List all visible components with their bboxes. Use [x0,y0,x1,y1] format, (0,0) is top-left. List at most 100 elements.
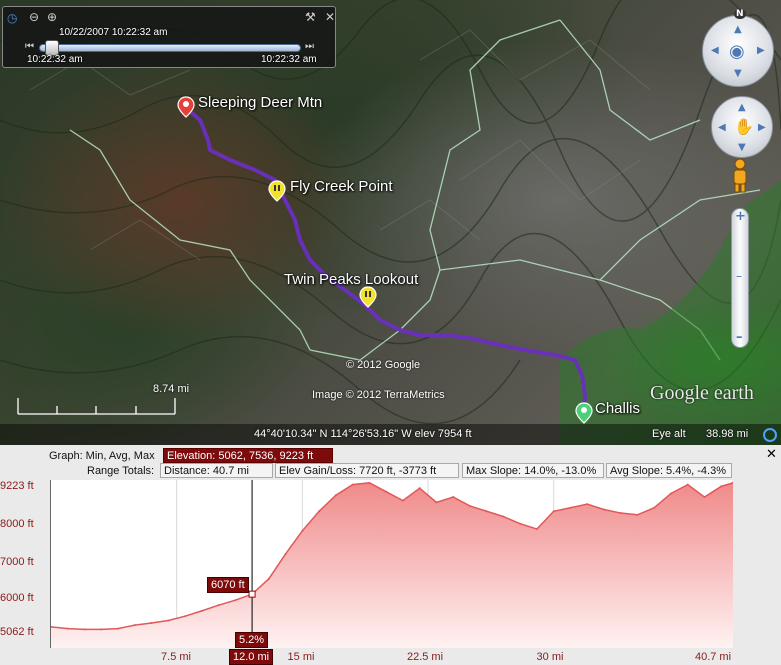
end-time: 10:22:32 am [261,54,317,65]
max-slope-summary[interactable]: Max Slope: 14.0%, -13.0% [462,463,604,478]
elevation-point [133,624,136,627]
north-indicator[interactable]: N [734,9,746,19]
x-tick-label: 15 mi [287,651,315,663]
google-earth-logo: Google earth [650,382,754,404]
look-down-arrow-icon[interactable]: ▼ [734,68,742,79]
eye-alt-value: 38.98 mi [706,428,749,440]
elevation-summary[interactable]: Elevation: 5062, 7536, 9223 ft [163,448,333,463]
placemark-label-twin-peaks[interactable]: Twin Peaks Lookout [284,271,418,288]
graph-summary-label: Graph: Min, Avg, Max [49,450,155,462]
elevation-point [200,609,203,612]
close-icon[interactable]: ✕ [325,10,335,24]
elevation-point [83,628,86,631]
clock-icon[interactable]: ◷ [7,11,17,25]
cursor-marker[interactable] [248,590,256,598]
elevation-point [485,510,488,513]
look-right-arrow-icon[interactable]: ▶ [757,45,765,56]
zoom-out-icon[interactable]: ⊖ [29,10,39,24]
copyright-terrametrics: Image © 2012 TerraMetrics [312,389,445,401]
street-view-pegman-icon[interactable] [729,158,751,194]
elevation-point [468,504,471,507]
zoom-in-icon[interactable]: ⊕ [47,10,57,24]
elevation-point [301,529,304,532]
elevation-point [418,487,421,490]
elevation-point [150,621,153,624]
y-tick-label: 5062 ft [0,626,34,638]
placemark-pin-icon[interactable] [359,286,377,308]
cursor-distance-tag: 12.0 mi [229,649,274,665]
elevation-point [619,512,622,515]
close-profile-icon[interactable]: ✕ [766,447,777,462]
placemark-pin-icon[interactable] [575,402,593,424]
zoom-out-minus-icon[interactable]: – [736,330,743,345]
wrench-icon[interactable]: ⚒ [305,10,316,24]
elevation-point [636,513,639,516]
placemark-label-sleeping-deer[interactable]: Sleeping Deer Mtn [198,94,322,111]
elevation-point [720,485,723,488]
move-down-arrow-icon[interactable]: ▼ [738,142,746,153]
range-totals-label: Range Totals: [87,465,155,477]
move-up-arrow-icon[interactable]: ▲ [738,102,746,113]
coordinates-readout: 44°40'10.34" N 114°26'53.16" W elev 7954… [254,428,472,440]
look-control[interactable]: N ▲ ▼ ◀ ▶ ◉ [702,9,774,87]
distance-summary[interactable]: Distance: 40.7 mi [160,463,273,478]
hand-icon[interactable]: ✋ [734,117,754,136]
elevation-chart[interactable] [50,480,734,648]
eye-icon[interactable]: ◉ [729,41,745,62]
placemark-pin-icon[interactable] [177,96,195,118]
y-tick-label: 8000 ft [0,518,34,530]
eye-alt-label: Eye alt [652,428,686,440]
elevation-point [686,483,689,486]
elevation-point [66,627,69,630]
time-slider-track[interactable] [39,44,301,52]
elevation-point [385,490,388,493]
elevation-point [670,492,672,495]
look-left-arrow-icon[interactable]: ◀ [711,45,719,56]
move-left-arrow-icon[interactable]: ◀ [718,122,726,133]
x-tick-label: 7.5 mi [161,651,191,663]
elevation-point [535,528,538,531]
elevation-point [435,501,438,504]
elevation-point [184,615,187,618]
elevation-point [234,599,237,602]
elevation-chart-svg[interactable] [50,480,734,648]
y-tick-label: 6000 ft [0,592,34,604]
elevation-point [334,494,337,497]
look-up-arrow-icon[interactable]: ▲ [734,24,742,35]
scale-bar [17,398,176,415]
move-right-arrow-icon[interactable]: ▶ [758,122,766,133]
elevation-point [552,510,555,513]
elevation-point [167,619,170,622]
elev-gain-loss-summary[interactable]: Elev Gain/Loss: 7720 ft, -3773 ft [275,463,459,478]
cursor-elevation-tag: 6070 ft [207,577,249,593]
zoom-level-marker[interactable]: – [736,269,742,283]
zoom-in-plus-icon[interactable]: + [735,209,746,224]
elevation-point [284,552,287,555]
move-control[interactable]: ▲ ▼ ◀ ▶ ✋ [711,96,773,158]
y-tick-label: 7000 ft [0,556,34,568]
x-tick-label: 30 mi [536,651,564,663]
scale-label: 8.74 mi [153,383,190,395]
placemark-label-fly-creek[interactable]: Fly Creek Point [290,178,393,195]
elevation-point [602,508,605,511]
elevation-point [217,604,220,607]
elevation-point [452,496,455,499]
step-back-icon[interactable]: ⏮ [25,41,34,52]
elevation-point [401,499,404,502]
time-slider-panel[interactable]: ◷ ⊖ ⊕ ⚒ ✕ 10/22/2007 10:22:32 am ⏮ ⏭ 10:… [2,6,336,68]
start-time: 10:22:32 am [27,54,83,65]
elevation-point [100,628,103,631]
elevation-point [351,483,354,486]
y-tick-label: 9223 ft [0,480,34,492]
placemark-label-challis[interactable]: Challis [595,400,640,417]
map-view[interactable]: Sleeping Deer Mtn Fly Creek Point Twin P… [0,0,781,445]
streaming-status-icon [763,428,777,442]
avg-slope-summary[interactable]: Avg Slope: 5.4%, -4.3% [606,463,732,478]
elevation-point [586,503,589,506]
copyright-google: © 2012 Google [346,359,421,371]
zoom-slider[interactable]: + – – [731,208,749,348]
elevation-point [703,496,706,499]
x-tick-label: 22.5 mi [406,651,444,663]
step-forward-icon[interactable]: ⏭ [305,41,314,52]
placemark-pin-icon[interactable] [268,180,286,202]
